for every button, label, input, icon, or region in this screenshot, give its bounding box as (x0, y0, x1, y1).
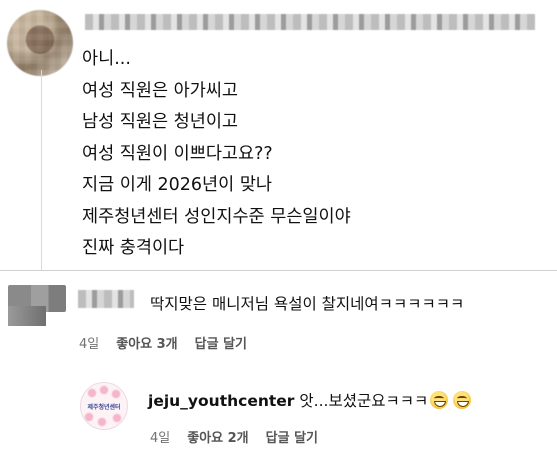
post-author-name-redacted[interactable] (85, 14, 535, 30)
reply-text: 앗...보셨군요ㅋㅋㅋ (299, 392, 429, 410)
post-line: 아니... (82, 49, 131, 69)
grinning-face-icon (453, 391, 472, 409)
comment-text: 딱지맞은 매니저님 욕설이 찰지네여ㅋㅋㅋㅋㅋㅋ (150, 295, 465, 313)
reply-likes[interactable]: 좋아요 2개 (187, 431, 248, 446)
reply-author-avatar[interactable]: 제주청년센터 (80, 382, 128, 430)
post-body: 아니... 여성 직원은 아가씨고 남성 직원은 청년이고 여성 직원이 이쁘다… (82, 44, 351, 265)
reply-meta: 4일 좋아요 2개 답글 달기 (150, 427, 335, 446)
avatar-logo-text: 제주청년센터 (87, 404, 121, 411)
comment-meta: 4일 좋아요 3개 답글 달기 (79, 333, 264, 352)
comment-author-name-redacted[interactable] (78, 290, 134, 308)
blossom-icon (97, 417, 107, 427)
comment-author-avatar-part (8, 306, 46, 326)
post-line: 지금 이게 2026년이 맞나 (82, 175, 273, 195)
post-author-avatar[interactable] (7, 10, 73, 76)
blossom-icon (112, 413, 122, 423)
post-line: 여성 직원은 아가씨고 (82, 80, 239, 101)
blossom-icon (99, 385, 109, 395)
post-line: 진짜 충격이다 (82, 238, 185, 258)
comment-likes[interactable]: 좋아요 3개 (116, 337, 177, 352)
section-divider (0, 270, 557, 271)
reply-reply-button[interactable]: 답글 달기 (266, 431, 318, 446)
post-line: 여성 직원이 이쁘다고요?? (82, 143, 273, 164)
thread-line (41, 70, 42, 270)
reply-username[interactable]: jeju_youthcenter (148, 392, 294, 410)
blossom-icon (111, 389, 121, 399)
post-line: 제주청년센터 성인지수준 무슨일이야 (82, 206, 351, 227)
post-line: 남성 직원은 청년이고 (82, 112, 239, 132)
blossom-icon (87, 388, 97, 398)
reply-line: jeju_youthcenter 앗...보셨군요ㅋㅋㅋ (148, 389, 472, 411)
blossom-icon (84, 412, 94, 422)
comment-reply-button[interactable]: 답글 달기 (195, 337, 247, 352)
comment-time: 4일 (79, 337, 100, 352)
grinning-face-icon (430, 391, 449, 409)
reply-time: 4일 (150, 431, 171, 446)
